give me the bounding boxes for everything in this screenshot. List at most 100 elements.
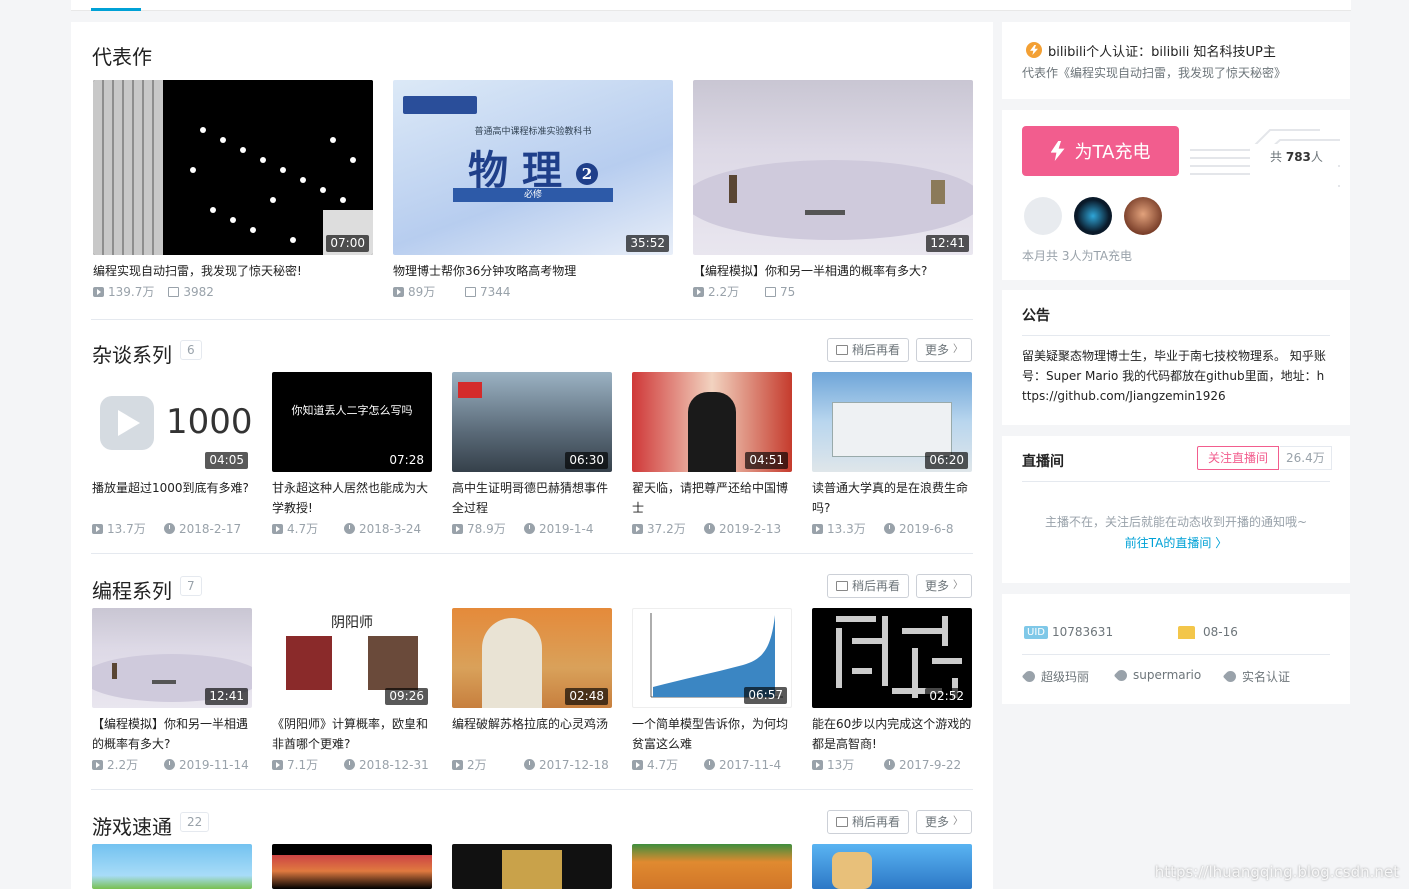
video-title[interactable]: 《阴阳师》计算概率，欧皇和非酋哪个更难? [272, 714, 432, 754]
rep-card-1[interactable]: 07:00 编程实现自动扫雷，我发现了惊天秘密! 139.7万 3982 [93, 80, 373, 300]
clock-icon [884, 759, 895, 770]
video-thumb[interactable]: 你知道丢人二字怎么写吗 07:28 [272, 372, 432, 472]
go-live-link[interactable]: 前往TA的直播间 〉 [1002, 534, 1350, 551]
rep-thumb-3[interactable]: 12:41 [693, 80, 973, 255]
rep-thumb-2[interactable]: 普通高中课程标准实验教科书 物 理 2 必修 35:52 [393, 80, 673, 255]
video-title[interactable]: 编程破解苏格拉底的心灵鸡汤 [452, 714, 612, 754]
charge-total: 共 783人 [1270, 150, 1323, 164]
video-title[interactable]: 一个简单模型告诉你，为何均贫富这么难 [632, 714, 792, 754]
cert-sub[interactable]: 代表作《编程实现自动扫雷，我发现了惊天秘密》 [1022, 64, 1286, 81]
watch-later-button[interactable]: 稍后再看 [827, 810, 910, 834]
video-title[interactable]: 甘永超这种人居然也能成为大学教授! [272, 478, 432, 518]
game-thumb-4[interactable] [632, 844, 792, 889]
tag-item[interactable]: 实名认证 [1222, 668, 1290, 685]
game-thumb-3[interactable] [452, 844, 612, 889]
clock-icon [344, 759, 355, 770]
video-title[interactable]: 播放量超过1000到底有多难? [92, 478, 252, 518]
tag-icon [1222, 668, 1239, 685]
building-shape [832, 402, 952, 457]
duration-badge: 06:20 [925, 452, 968, 469]
video-card[interactable]: 1000 04:05 播放量超过1000到底有多难? 13.7万 2018-2-… [92, 372, 252, 537]
video-card[interactable]: 06:30 高中生证明哥德巴赫猜想事件全过程 78.9万 2019-1-4 [452, 372, 612, 537]
video-title[interactable]: 物理博士帮你36分钟攻略高考物理 [393, 261, 673, 281]
play-count: 13万 [827, 758, 855, 772]
duration-badge: 35:52 [626, 235, 669, 252]
rep-card-2[interactable]: 普通高中课程标准实验教科书 物 理 2 必修 35:52 物理博士帮你36分钟攻… [393, 80, 673, 300]
video-thumb[interactable]: 06:20 [812, 372, 972, 472]
follow-live-button[interactable]: 关注直播间 [1197, 446, 1280, 470]
series-count-badge: 22 [180, 812, 210, 832]
duration-badge: 02:52 [925, 688, 968, 705]
publish-date: 2019-11-14 [179, 757, 249, 772]
play-count: 13.3万 [827, 522, 866, 536]
video-thumb[interactable]: 04:51 [632, 372, 792, 472]
watch-later-button[interactable]: 稍后再看 [827, 574, 910, 598]
play-count: 89万 [408, 285, 436, 299]
cert-text: bilibili个人认证：bilibili 知名科技UP主 [1048, 45, 1276, 60]
play-count: 4.7万 [647, 758, 679, 772]
video-card[interactable]: 你知道丢人二字怎么写吗 07:28 甘永超这种人居然也能成为大学教授! 4.7万… [272, 372, 432, 537]
series-title-speedrun[interactable]: 游戏速通 [92, 811, 172, 840]
video-title[interactable]: 编程实现自动扫雷，我发现了惊天秘密! [93, 261, 373, 281]
video-title[interactable]: 高中生证明哥德巴赫猜想事件全过程 [452, 478, 612, 518]
video-title[interactable]: 能在60步以内完成这个游戏的都是高智商! [812, 714, 972, 754]
section-divider [91, 553, 973, 554]
video-title[interactable]: 读普通大学真的是在浪费生命吗? [812, 478, 972, 518]
video-thumb[interactable]: 02:52 [812, 608, 972, 708]
video-card[interactable]: 06:20 读普通大学真的是在浪费生命吗? 13.3万 2019-6-8 [812, 372, 972, 537]
charge-card: 为TA充电 共 783人 本月共 3人为TA充电 [1002, 110, 1350, 280]
rep-thumb-1[interactable]: 07:00 [93, 80, 373, 255]
video-thumb[interactable]: 阴阳师 09:26 [272, 608, 432, 708]
flag-shape [458, 382, 482, 398]
book-sub: 必修 [453, 188, 613, 202]
publish-date: 2019-6-8 [899, 521, 954, 536]
game-thumb-5[interactable] [812, 844, 972, 889]
publish-date: 2017-9-22 [899, 757, 962, 772]
game-thumb-2[interactable] [272, 844, 432, 889]
play-count: 7.1万 [287, 758, 319, 772]
avatar[interactable] [1024, 197, 1062, 235]
play-count: 2.2万 [708, 285, 740, 299]
birthday-value: 08-16 [1203, 625, 1238, 639]
game-thumb-1[interactable] [92, 844, 252, 889]
watch-later-button[interactable]: 稍后再看 [827, 338, 910, 362]
video-thumb[interactable]: 12:41 [92, 608, 252, 708]
play-count-icon [632, 523, 643, 534]
video-meta: 13万 2017-9-22 [812, 756, 972, 773]
video-card[interactable]: 02:48 编程破解苏格拉底的心灵鸡汤 2万 2017-12-18 [452, 608, 612, 773]
danmaku-count: 3982 [183, 284, 214, 299]
clock-icon [344, 523, 355, 534]
video-meta: 139.7万 3982 [93, 283, 373, 300]
video-thumb[interactable]: 06:30 [452, 372, 612, 472]
avatar[interactable] [1074, 197, 1112, 235]
avatar[interactable] [1124, 197, 1162, 235]
more-button[interactable]: 更多〉 [916, 574, 973, 598]
video-card[interactable]: 04:51 翟天临，请把尊严还给中国博士 37.2万 2019-2-13 [632, 372, 792, 537]
video-thumb[interactable]: 02:48 [452, 608, 612, 708]
series-title-chat[interactable]: 杂谈系列 [92, 339, 172, 368]
video-card[interactable]: 12:41 【编程模拟】你和另一半相遇的概率有多大? 2.2万 2019-11-… [92, 608, 252, 773]
tag-item[interactable]: 超级玛丽 [1021, 668, 1089, 685]
series-title-programming[interactable]: 编程系列 [92, 575, 172, 604]
play-count: 78.9万 [467, 522, 506, 536]
rep-card-3[interactable]: 12:41 【编程模拟】你和另一半相遇的概率有多大? 2.2万 75 [693, 80, 973, 300]
play-count: 37.2万 [647, 522, 686, 536]
duration-badge: 12:41 [926, 235, 969, 252]
video-title[interactable]: 【编程模拟】你和另一半相遇的概率有多大? [92, 714, 252, 754]
watch-later-icon [836, 817, 848, 827]
chevron-right-icon: 〉 [953, 580, 964, 591]
cert-card: bilibili个人认证：bilibili 知名科技UP主 代表作《编程实现自动… [1002, 22, 1350, 99]
video-title[interactable]: 翟天临，请把尊严还给中国博士 [632, 478, 792, 518]
video-thumb[interactable]: 1000 04:05 [92, 372, 252, 472]
tag-item[interactable]: supermario [1113, 667, 1201, 683]
video-card[interactable]: 阴阳师 09:26 《阴阳师》计算概率，欧皇和非酋哪个更难? 7.1万 2018… [272, 608, 432, 773]
charge-button[interactable]: 为TA充电 [1022, 126, 1179, 176]
video-card[interactable]: 06:57 一个简单模型告诉你，为何均贫富这么难 4.7万 2017-11-4 [632, 608, 792, 773]
video-card[interactable]: 02:52 能在60步以内完成这个游戏的都是高智商! 13万 2017-9-22 [812, 608, 972, 773]
more-button[interactable]: 更多〉 [916, 338, 973, 362]
publish-date: 2019-1-4 [539, 521, 594, 536]
more-button[interactable]: 更多〉 [916, 810, 973, 834]
chevron-right-icon: 〉 [953, 816, 964, 827]
video-thumb[interactable]: 06:57 [632, 608, 792, 708]
video-title[interactable]: 【编程模拟】你和另一半相遇的概率有多大? [693, 261, 973, 281]
